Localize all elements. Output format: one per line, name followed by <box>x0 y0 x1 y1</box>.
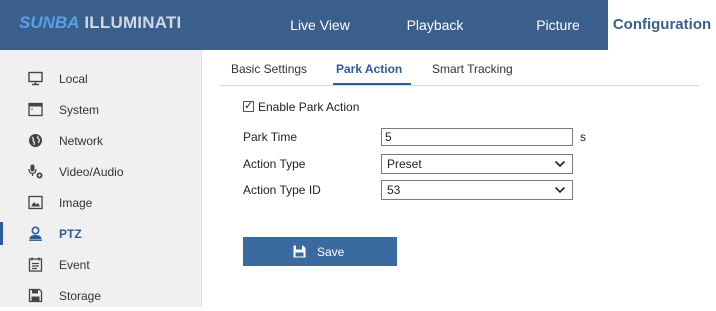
tab-park-action[interactable]: Park Action <box>336 62 402 76</box>
sidebar-item-label: PTZ <box>59 227 82 241</box>
save-button-label: Save <box>317 245 345 259</box>
window-icon <box>28 102 43 117</box>
brand-name-part1: SUNBA <box>19 13 80 32</box>
save-disk-icon <box>28 288 43 303</box>
chevron-down-icon <box>554 186 566 194</box>
action-type-id-select[interactable]: 53 <box>381 180 573 200</box>
sidebar-item-label: Network <box>59 134 104 148</box>
brand-logo: SUNBA ILLUMINATI <box>19 13 181 33</box>
tab-divider <box>219 85 699 86</box>
active-tab-underline <box>333 83 411 85</box>
action-type-id-value: 53 <box>387 183 401 197</box>
sidebar-item-label: Video/Audio <box>59 165 124 179</box>
sidebar-item-system[interactable]: System <box>0 94 202 125</box>
sidebar-item-local[interactable]: Local <box>0 63 202 94</box>
chevron-down-icon <box>554 160 566 168</box>
action-type-label: Action Type <box>243 157 306 171</box>
nav-configuration[interactable]: Configuration <box>608 0 716 50</box>
checkbox-checked[interactable] <box>243 99 254 112</box>
save-disk-icon <box>293 245 306 258</box>
park-time-unit: s <box>580 130 586 144</box>
enable-park-action-label: Enable Park Action <box>258 100 360 114</box>
park-time-label: Park Time <box>243 130 298 144</box>
active-indicator <box>0 222 3 245</box>
sidebar-item-video-audio[interactable]: Video/Audio <box>0 156 202 187</box>
nav-playback[interactable]: Playback <box>390 0 480 50</box>
action-type-id-label: Action Type ID <box>243 183 321 197</box>
sidebar-item-label: Event <box>59 258 90 272</box>
enable-park-action-checkbox[interactable]: Enable Park Action <box>243 99 360 114</box>
calendar-icon <box>28 257 43 272</box>
sidebar-item-label: Image <box>59 196 93 210</box>
image-icon <box>28 195 43 210</box>
action-type-value: Preset <box>387 157 422 171</box>
save-button[interactable]: Save <box>243 237 397 266</box>
monitor-icon <box>28 71 43 86</box>
tab-basic-settings[interactable]: Basic Settings <box>231 62 307 76</box>
action-type-select[interactable]: Preset <box>381 154 573 174</box>
sidebar: Local System Network Video/Audio Image P… <box>0 50 202 307</box>
sidebar-item-storage[interactable]: Storage <box>0 280 202 311</box>
nav-live-view[interactable]: Live View <box>270 0 370 50</box>
nav-picture[interactable]: Picture <box>518 0 598 50</box>
sidebar-item-image[interactable]: Image <box>0 187 202 218</box>
sidebar-item-label: Storage <box>59 289 102 303</box>
sidebar-item-label: System <box>59 103 100 117</box>
tab-smart-tracking[interactable]: Smart Tracking <box>432 62 513 76</box>
sidebar-item-network[interactable]: Network <box>0 125 202 156</box>
user-ptz-icon <box>29 226 42 241</box>
globe-icon <box>29 134 42 147</box>
sidebar-item-event[interactable]: Event <box>0 249 202 280</box>
park-time-input[interactable]: 5 <box>381 128 573 146</box>
sidebar-item-label: Local <box>59 72 88 86</box>
top-navigation-bar: SUNBA ILLUMINATI Live View Playback Pict… <box>0 0 716 50</box>
brand-name-part2: ILLUMINATI <box>79 13 182 32</box>
main-content: Basic Settings Park Action Smart Trackin… <box>203 50 716 307</box>
microphone-camera-icon <box>28 164 43 179</box>
sidebar-item-ptz[interactable]: PTZ <box>0 218 202 249</box>
